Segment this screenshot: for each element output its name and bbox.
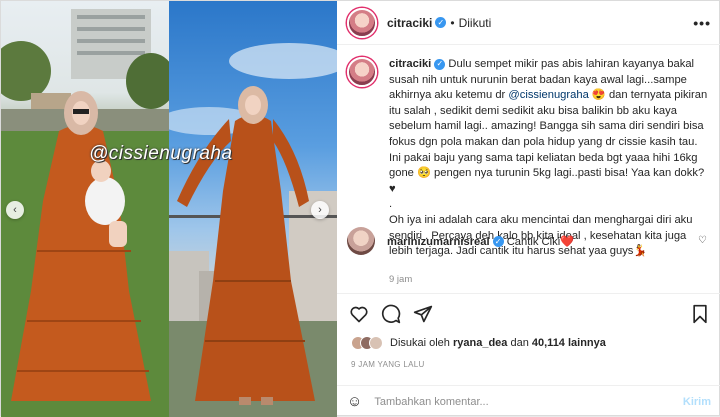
photo-left-illustration xyxy=(1,9,169,417)
comment-like-icon[interactable]: ♡ xyxy=(698,235,707,246)
comment-icon[interactable] xyxy=(381,304,401,324)
more-options-icon[interactable]: ••• xyxy=(693,15,711,31)
carousel-next-button[interactable]: › xyxy=(311,201,329,219)
photo-right: › xyxy=(169,1,337,417)
post-comment-button[interactable]: Kirim xyxy=(683,396,711,408)
liker-username[interactable]: ryana_dea xyxy=(453,337,507,349)
comments-section[interactable]: citraciki ✓ Dulu sempet mikir pas abis la… xyxy=(337,45,720,293)
share-icon[interactable] xyxy=(413,304,433,324)
caption-mention-link[interactable]: @cissienugraha xyxy=(508,89,588,101)
comment-body: Cantik Ciki xyxy=(503,235,561,248)
follow-status-button[interactable]: Diikuti xyxy=(459,16,492,30)
heart-icon[interactable] xyxy=(349,304,369,324)
heart-emoji: ❤️ xyxy=(560,235,575,248)
post-header: citraciki ✓ • Diikuti ••• xyxy=(337,1,720,45)
post-media[interactable]: ‹ › @cissienugraha xyxy=(1,1,337,417)
bookmark-icon[interactable] xyxy=(691,304,709,324)
comment-text: marinizumarnisreal ✓ Cantik Ciki❤️ xyxy=(387,235,574,248)
add-comment-bar: ☺ Kirim xyxy=(337,385,720,417)
post-date[interactable]: 9 JAM YANG LALU xyxy=(351,360,425,369)
emoji-icon[interactable]: ☺ xyxy=(347,393,362,410)
verified-icon: ✓ xyxy=(435,17,447,28)
header-separator: • xyxy=(450,15,455,30)
author-avatar[interactable] xyxy=(347,7,377,38)
likes-middle: dan xyxy=(507,337,532,349)
caption-time[interactable]: 9 jam xyxy=(389,274,711,285)
caption-username[interactable]: citraciki xyxy=(389,58,431,70)
likes-prefix: Disukai oleh xyxy=(390,337,453,349)
caption-part-2: 😍 dan ternyata pikiran itu salah , sedik… xyxy=(389,89,708,195)
comment-input[interactable] xyxy=(374,395,655,408)
post-sidebar: citraciki ✓ • Diikuti ••• citraciki ✓ Dul… xyxy=(337,1,720,417)
caption-avatar[interactable] xyxy=(347,57,377,87)
action-bar: Disukai oleh ryana_dea dan 40,114 lainny… xyxy=(337,293,720,373)
caption-dot-line: . xyxy=(389,198,393,211)
commenter-verified-icon: ✓ xyxy=(492,236,504,248)
chevron-left-icon: ‹ xyxy=(13,204,17,216)
author-username[interactable]: citraciki xyxy=(387,16,432,30)
instagram-post: ‹ › @cissienugraha citraciki ✓ • Diikuti… xyxy=(0,0,720,417)
chevron-right-icon: › xyxy=(318,204,322,216)
photo-left: ‹ xyxy=(1,1,169,417)
commenter-avatar[interactable] xyxy=(347,227,375,255)
caption-verified-icon: ✓ xyxy=(434,58,446,70)
commenter-username[interactable]: marinizumarnisreal xyxy=(387,236,490,248)
comment-item: marinizumarnisreal ✓ Cantik Ciki❤️ ♡ xyxy=(347,227,711,255)
liker-avatar xyxy=(369,336,383,350)
likes-summary: Disukai oleh ryana_dea dan 40,114 lainny… xyxy=(351,336,606,350)
carousel-prev-button[interactable]: ‹ xyxy=(6,201,24,219)
media-watermark: @cissienugraha xyxy=(89,143,233,164)
likes-count[interactable]: 40,114 lainnya xyxy=(532,337,606,349)
